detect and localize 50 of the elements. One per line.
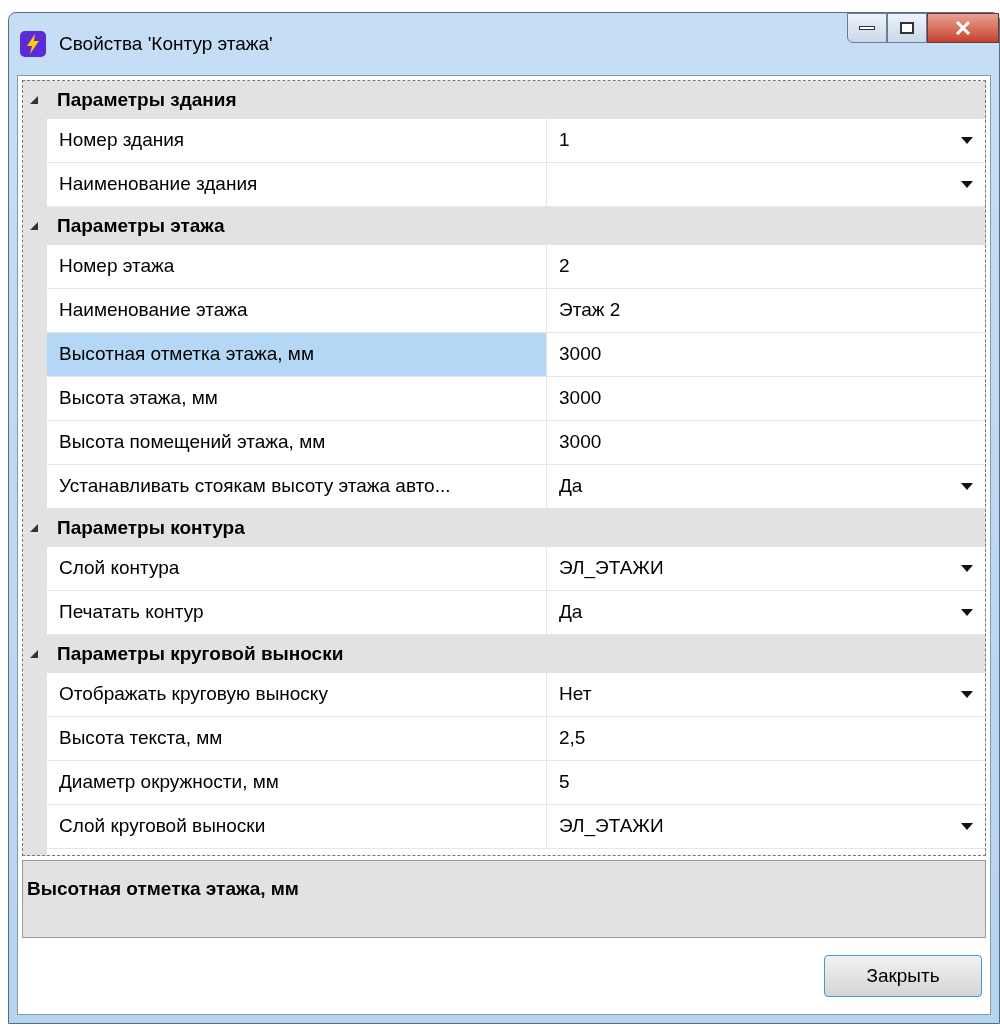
property-label[interactable]: Диаметр окружности, мм — [47, 761, 547, 804]
property-value-field[interactable]: 5 — [547, 761, 985, 804]
property-label[interactable]: Слой круговой выноски — [47, 805, 547, 848]
description-title: Высотная отметка этажа, мм — [27, 878, 299, 899]
property-label[interactable]: Печатать контур — [47, 591, 547, 634]
dropdown-arrow-icon[interactable] — [961, 565, 973, 572]
property-value-field[interactable]: Да — [547, 465, 985, 508]
collapse-triangle-icon — [29, 221, 39, 231]
lightning-icon — [19, 30, 47, 58]
category-title: Параметры контура — [57, 515, 245, 540]
category-title: Параметры этажа — [57, 213, 225, 238]
property-label[interactable]: Номер этажа — [47, 245, 547, 288]
collapse-triangle-icon — [29, 523, 39, 533]
property-value-field[interactable]: Этаж 2 — [547, 289, 985, 332]
window-title: Свойства 'Контур этажа' — [59, 31, 273, 56]
property-value-field[interactable]: 2,5 — [547, 717, 985, 760]
dropdown-arrow-icon[interactable] — [961, 609, 973, 616]
property-value-field[interactable]: 3000 — [547, 333, 985, 376]
property-label[interactable]: Устанавливать стоякам высоту этажа авто... — [47, 465, 547, 508]
property-label[interactable]: Высота текста, мм — [47, 717, 547, 760]
property-label[interactable]: Слой контура — [47, 547, 547, 590]
property-value-field[interactable]: Да — [547, 591, 985, 634]
property-label[interactable]: Наименование здания — [47, 163, 547, 206]
close-icon — [955, 21, 971, 35]
dropdown-arrow-icon[interactable] — [961, 691, 973, 698]
collapse-triangle-icon — [29, 95, 39, 105]
property-value-field[interactable]: ЭЛ_ЭТАЖИ — [547, 805, 985, 848]
property-value-field[interactable]: 1 — [547, 119, 985, 162]
maximize-button[interactable] — [887, 13, 927, 43]
close-dialog-button[interactable]: Закрыть — [824, 955, 982, 997]
property-label[interactable]: Высота помещений этажа, мм — [47, 421, 547, 464]
dropdown-arrow-icon[interactable] — [961, 137, 973, 144]
collapse-triangle-icon — [29, 649, 39, 659]
category-title: Параметры круговой выноски — [57, 641, 344, 666]
category-title: Параметры здания — [57, 87, 237, 112]
close-button[interactable] — [927, 13, 999, 43]
property-label[interactable]: Наименование этажа — [47, 289, 547, 332]
minimize-button[interactable] — [847, 13, 887, 43]
property-value-field[interactable]: 3000 — [547, 421, 985, 464]
dropdown-arrow-icon[interactable] — [961, 483, 973, 490]
property-label[interactable]: Номер здания — [47, 119, 547, 162]
dropdown-arrow-icon[interactable] — [961, 823, 973, 830]
property-label[interactable]: Отображать круговую выноску — [47, 673, 547, 716]
property-value-field[interactable]: 3000 — [547, 377, 985, 420]
property-label[interactable]: Высота этажа, мм — [47, 377, 547, 420]
property-value-field[interactable]: ЭЛ_ЭТАЖИ — [547, 547, 985, 590]
property-value-field[interactable]: 2 — [547, 245, 985, 288]
property-label[interactable]: Высотная отметка этажа, мм — [47, 333, 547, 376]
dropdown-arrow-icon[interactable] — [961, 181, 973, 188]
property-value-field[interactable]: Нет — [547, 673, 985, 716]
